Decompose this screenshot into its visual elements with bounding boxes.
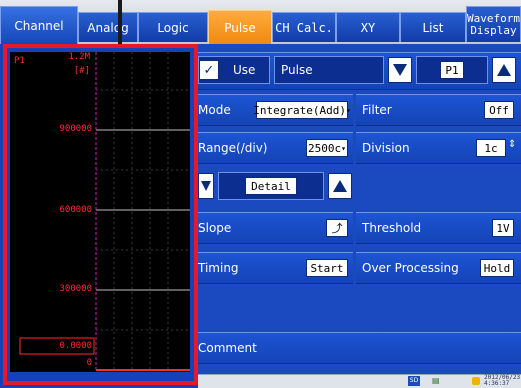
filter-select[interactable]: Off [484, 101, 514, 119]
filter-row: Filter Off [356, 94, 521, 126]
range-select[interactable]: 2500c ▾ [306, 139, 348, 157]
slope-row: Slope ⤴ [198, 212, 353, 244]
division-label: Division [362, 141, 410, 155]
chevron-up-icon [333, 180, 347, 192]
channel-select[interactable]: P1 [416, 56, 488, 84]
mode-select[interactable]: Integrate(Add) ▾ [253, 101, 351, 119]
over-processing-select[interactable]: Hold [480, 259, 514, 277]
tab-channel[interactable]: Channel [0, 6, 78, 44]
sd-card-icon: SD [408, 376, 420, 386]
channel-name-field[interactable]: Pulse [274, 56, 384, 84]
chevron-up-icon [497, 64, 511, 76]
over-processing-row: Over Processing Hold [356, 252, 521, 284]
tab-pulse[interactable]: Pulse [208, 10, 272, 44]
channel-next-button[interactable] [492, 57, 516, 83]
threshold-row: Threshold 1V [356, 212, 521, 244]
range-row: Range(/div) 2500c ▾ [198, 132, 353, 164]
slope-label: Slope [198, 221, 232, 235]
channel-prev-button[interactable] [388, 57, 412, 83]
detail-collapse-button[interactable] [198, 173, 214, 199]
memory-icon: ▤ [432, 376, 440, 385]
over-processing-label: Over Processing [362, 261, 459, 275]
chevron-down-icon [201, 181, 211, 191]
filter-label: Filter [362, 103, 392, 117]
range-value: 2500c [308, 141, 342, 155]
channel-name-text: Pulse [281, 63, 313, 77]
range-label: Range(/div) [198, 141, 268, 155]
status-bar: SD ▤ 2012/06/23 4:36:37 [198, 374, 521, 388]
comment-row[interactable]: Comment [198, 332, 521, 364]
use-toggle[interactable]: ✓ Use [198, 56, 270, 84]
comment-label: Comment [198, 341, 257, 355]
dropdown-icon: ▾ [345, 105, 351, 115]
highlight-box [3, 44, 198, 385]
division-select[interactable]: 1c [476, 139, 506, 157]
detail-header[interactable]: Detail [218, 172, 324, 200]
threshold-select[interactable]: 1V [492, 219, 514, 237]
timing-row: Timing Start [198, 252, 353, 284]
use-label: Use [233, 63, 256, 77]
tab-waveform-display[interactable]: Waveform Display [466, 6, 521, 42]
tab-xy[interactable]: XY [336, 12, 400, 42]
detail-label: Detail [245, 177, 297, 195]
tab-analog[interactable]: Analog [78, 12, 138, 42]
datetime: 2012/06/23 4:36:37 [484, 375, 520, 387]
tab-list[interactable]: List [400, 12, 466, 42]
stepper-icon[interactable]: ⇕ [508, 139, 516, 150]
use-checkbox[interactable]: ✓ [199, 60, 219, 80]
time-text: 4:36:37 [484, 380, 510, 387]
division-row: Division 1c ⇕ [356, 132, 521, 164]
tab-logic[interactable]: Logic [138, 12, 208, 42]
detail-expand-button[interactable] [328, 173, 352, 199]
dropdown-icon: ▾ [341, 143, 346, 153]
slope-select[interactable]: ⤴ [326, 219, 348, 237]
tab-ch-calc[interactable]: CH Calc. [272, 12, 336, 42]
mode-value: Integrate(Add) [253, 103, 346, 117]
highlight-pointer [118, 0, 122, 47]
chevron-down-icon [393, 64, 407, 76]
timing-select[interactable]: Start [306, 259, 348, 277]
threshold-label: Threshold [362, 221, 422, 235]
status-indicator-icon [472, 377, 480, 385]
mode-label: Mode [198, 103, 231, 117]
channel-select-value: P1 [440, 61, 464, 79]
mode-row: Mode Integrate(Add) ▾ [198, 94, 353, 126]
timing-label: Timing [198, 261, 239, 275]
